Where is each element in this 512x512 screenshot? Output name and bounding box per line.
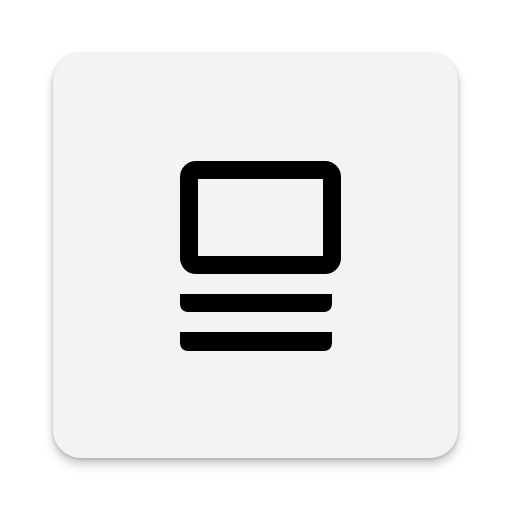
picture-frame-shape bbox=[180, 161, 341, 274]
article-icon bbox=[180, 161, 341, 351]
text-line-shape bbox=[180, 332, 332, 351]
app-icon-tile[interactable] bbox=[53, 53, 458, 458]
text-line-shape bbox=[180, 294, 332, 312]
app-icon-canvas bbox=[0, 0, 512, 512]
